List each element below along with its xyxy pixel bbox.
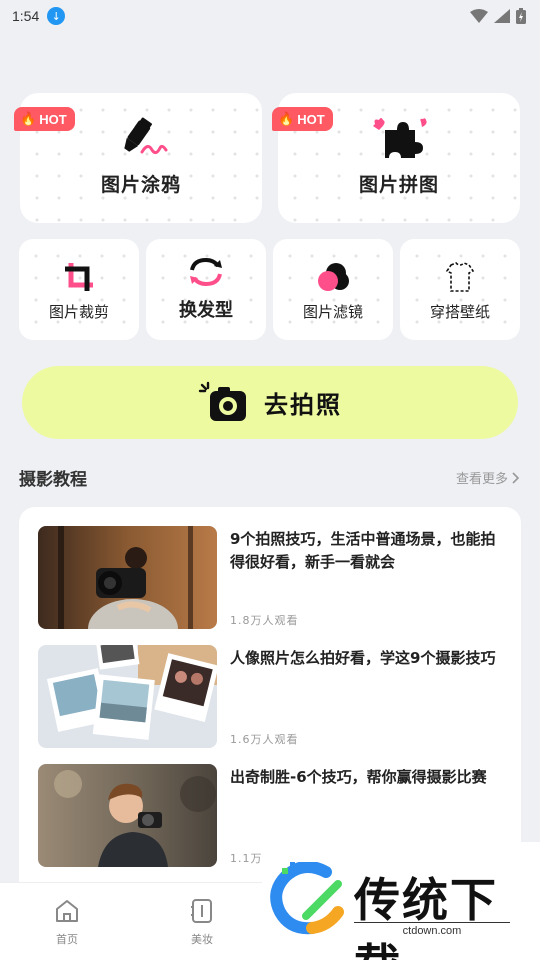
photographer-camera-photo <box>38 526 217 629</box>
filter-circles-icon <box>318 263 349 291</box>
camera-icon <box>198 381 246 421</box>
take-photo-button[interactable]: 去拍照 <box>22 366 518 439</box>
feature-card-hairstyle[interactable]: 换发型 <box>146 239 266 340</box>
feature-label: 换发型 <box>179 300 233 321</box>
home-icon <box>56 900 78 922</box>
refresh-arrows-icon <box>190 257 222 287</box>
status-bar: 1:54 ↓ <box>0 0 540 32</box>
feature-label: 图片拼图 <box>358 174 439 196</box>
watermark-url: ctdown.com <box>354 922 510 937</box>
child-camera-photo <box>38 764 217 867</box>
makeup-icon <box>191 899 212 923</box>
tab-label: 美妆 <box>191 933 213 946</box>
download-icon: ↓ <box>47 7 66 25</box>
marker-scribble-icon <box>124 117 168 155</box>
tutorial-views: 1.6万人观看 <box>230 733 299 746</box>
tab-label: 首页 <box>56 933 78 946</box>
polaroid-prints-photo <box>38 645 217 748</box>
feature-card-wallpaper[interactable]: 穿搭壁纸 <box>400 239 520 340</box>
tutorial-views: 1.1万 <box>230 852 263 865</box>
feature-label: 穿搭壁纸 <box>429 303 490 321</box>
flame-icon: 🔥 <box>278 111 295 126</box>
flame-icon: 🔥 <box>20 111 37 126</box>
feature-label: 图片涂鸦 <box>100 174 181 196</box>
tshirt-icon <box>445 262 475 292</box>
wifi-icon <box>470 9 488 23</box>
tutorial-title: 出奇制胜-6个技巧，帮你赢得摄影比赛 <box>230 768 487 786</box>
signal-icon <box>494 9 510 23</box>
list-item[interactable]: 9个拍照技巧，生活中普通场景，也能拍得很好看，新手一看就会 1.8万人观看 <box>38 526 508 630</box>
battery-icon <box>516 8 526 24</box>
list-item[interactable]: 人像照片怎么拍好看，学这9个摄影技巧 1.6万人观看 <box>38 645 508 749</box>
feature-label: 图片裁剪 <box>48 303 109 321</box>
tutorial-title: 人像照片怎么拍好看，学这9个摄影技巧 <box>230 649 496 667</box>
status-time: 1:54 <box>12 8 40 24</box>
feature-card-doodle[interactable]: 🔥 HOT 图片涂鸦 <box>14 93 262 223</box>
feature-card-crop[interactable]: 图片裁剪 <box>19 239 139 340</box>
tutorial-views: 1.8万人观看 <box>230 614 299 627</box>
watermark-text: 传统下载 <box>354 873 498 960</box>
tutorial-title: 9个拍照技巧，生活中普通场景，也能拍得很好看，新手一看就会 <box>230 530 496 571</box>
view-more-label: 查看更多 <box>455 472 508 487</box>
view-more-link[interactable]: 查看更多 <box>456 468 520 487</box>
section-title: 摄影教程 <box>19 470 87 490</box>
feature-label: 图片滤镜 <box>302 303 363 321</box>
hot-badge: 🔥 HOT <box>272 107 333 131</box>
tab-makeup[interactable]: 美妆 <box>172 897 232 947</box>
crop-icon <box>65 263 93 291</box>
hot-badge: 🔥 HOT <box>14 107 75 131</box>
tab-home[interactable]: 首页 <box>37 897 97 947</box>
puzzle-hearts-icon <box>373 118 427 158</box>
chevron-right-icon <box>512 471 520 484</box>
feature-card-collage[interactable]: 🔥 HOT 图片拼图 <box>272 93 520 223</box>
feature-card-filter[interactable]: 图片滤镜 <box>273 239 393 340</box>
watermark-logo-icon <box>270 862 344 935</box>
watermark: 传统下载 ctdown.com <box>262 842 540 960</box>
take-photo-label: 去拍照 <box>264 391 342 419</box>
